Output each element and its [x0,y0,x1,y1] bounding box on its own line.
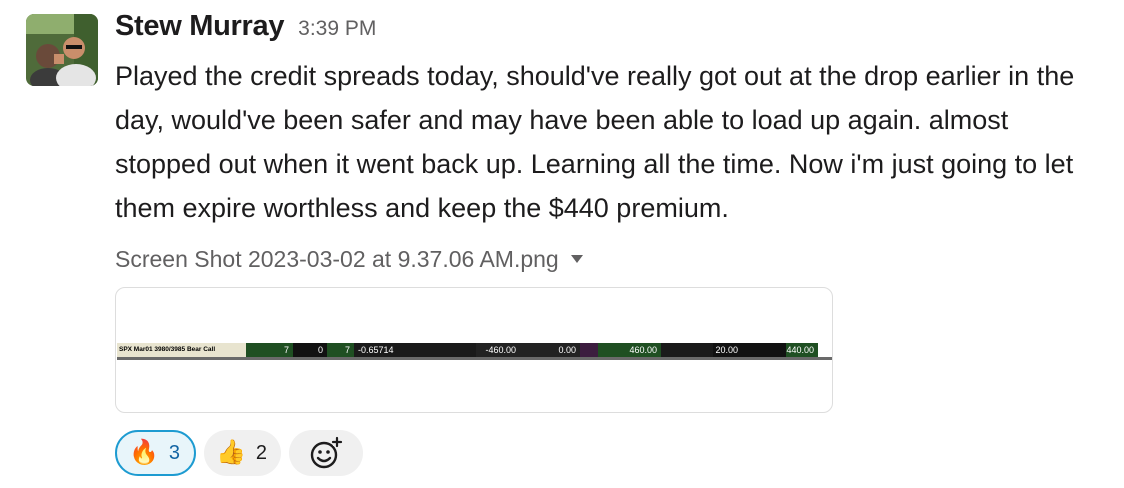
reactions-bar: 🔥 3 👍 2 [115,430,364,476]
message-header: Stew Murray 3:39 PM [115,10,1105,50]
fire-icon: 🔥 [129,439,159,466]
position-zero-value: 0.00 [520,343,580,357]
position-spacer [580,343,598,357]
position-zero: 0 [293,343,327,357]
position-qty: 7 [246,343,293,357]
position-name: SPX Mar01 3980/3985 Bear Call [117,343,246,357]
reaction-thumbs-up[interactable]: 👍 2 [204,430,282,476]
position-seven: 7 [327,343,354,357]
message-content: Stew Murray 3:39 PM Played the credit sp… [115,10,1105,274]
author-name[interactable]: Stew Murray [115,10,284,43]
reaction-count: 2 [255,441,268,464]
file-header: Screen Shot 2023-03-02 at 9.37.06 AM.png [115,244,1105,274]
message-timestamp[interactable]: 3:39 PM [298,17,376,41]
caret-down-icon[interactable] [570,255,583,263]
position-premium: 440.00 [786,343,818,357]
thumbs-up-icon: 👍 [216,439,246,466]
add-reaction-button[interactable] [289,430,364,476]
position-delta: -0.65714 [354,343,476,357]
position-gap [661,343,713,357]
screenshot-position-row: SPX Mar01 3980/3985 Bear Call 7 0 7 -0.6… [117,343,832,360]
image-attachment[interactable]: SPX Mar01 3980/3985 Bear Call 7 0 7 -0.6… [115,287,833,413]
add-reaction-icon [310,436,343,469]
reaction-count: 3 [168,441,181,464]
position-negative: -460.00 [476,343,520,357]
position-twenty: 20.00 [713,343,742,357]
user-avatar[interactable] [26,14,98,86]
message: Stew Murray 3:39 PM Played the credit sp… [0,0,1124,488]
avatar-photo [26,14,98,86]
position-positive: 460.00 [598,343,661,357]
message-text: Played the credit spreads today, should'… [115,61,1075,223]
reaction-fire[interactable]: 🔥 3 [115,430,197,476]
position-gap-2 [742,343,786,357]
file-name[interactable]: Screen Shot 2023-03-02 at 9.37.06 AM.png [115,246,559,273]
